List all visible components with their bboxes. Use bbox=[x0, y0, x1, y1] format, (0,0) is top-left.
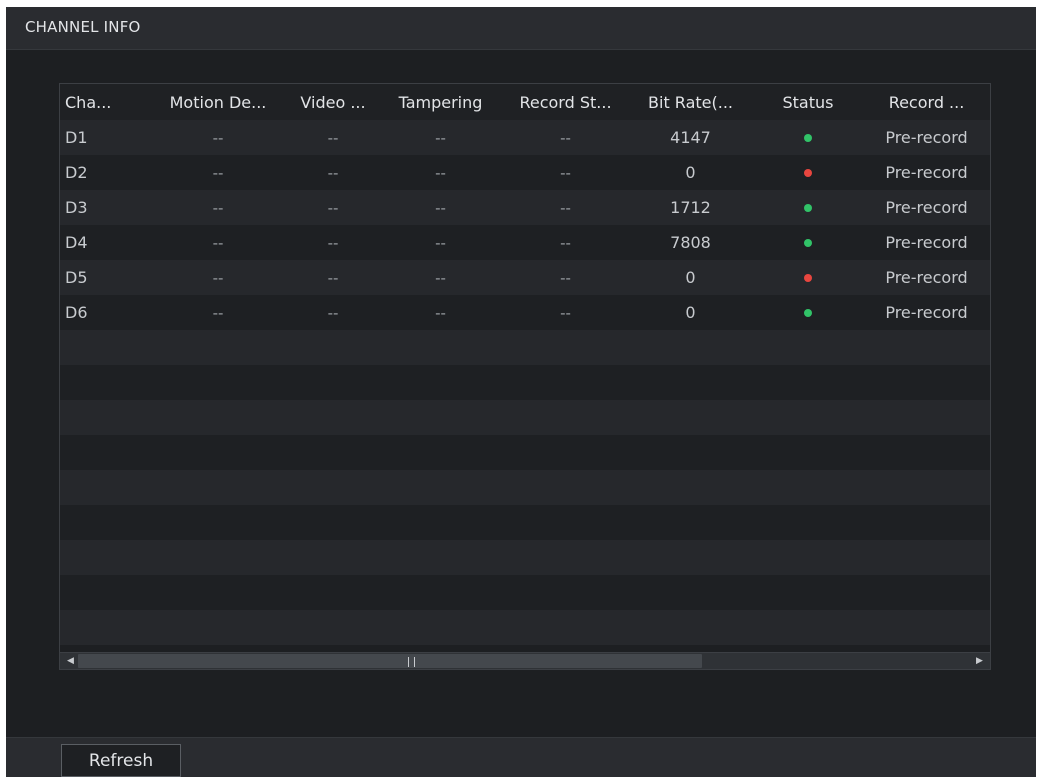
channel-table: Cha... Motion De... Video ... Tampering Reco… bbox=[59, 83, 991, 670]
table-row[interactable]: D3 -- -- -- -- 1712 Pre-record bbox=[60, 190, 990, 225]
cell-tampering: -- bbox=[435, 268, 446, 287]
cell-record-status: -- bbox=[560, 198, 571, 217]
cell-tampering: -- bbox=[435, 163, 446, 182]
cell-record-mode: Pre-record bbox=[885, 163, 968, 182]
cell-bit-rate: 7808 bbox=[670, 233, 711, 252]
cell-record-status: -- bbox=[560, 268, 571, 287]
cell-motion-detect: -- bbox=[212, 128, 224, 147]
status-online-dot bbox=[804, 133, 812, 142]
scroll-right-icon[interactable]: ▶ bbox=[971, 653, 988, 669]
header-col-record-mode[interactable]: Record ... bbox=[863, 84, 990, 120]
cell-video: -- bbox=[327, 233, 339, 252]
cell-record-status: -- bbox=[560, 233, 571, 252]
empty-table-row bbox=[60, 330, 990, 365]
empty-table-row bbox=[60, 610, 990, 645]
cell-record-status: -- bbox=[560, 303, 571, 322]
table-row[interactable]: D2 -- -- -- -- 0 Pre-record bbox=[60, 155, 990, 190]
cell-record-mode: Pre-record bbox=[885, 233, 968, 252]
header-col-record-status[interactable]: Record St... bbox=[503, 84, 628, 120]
scroll-left-icon[interactable]: ◀ bbox=[62, 653, 79, 669]
channel-info-window: CHANNEL INFO Cha... Motion De... Video ...… bbox=[6, 7, 1036, 777]
status-indicator bbox=[753, 225, 863, 260]
cell-record-mode: Pre-record bbox=[885, 198, 968, 217]
cell-video: -- bbox=[327, 303, 339, 322]
empty-table-row bbox=[60, 470, 990, 505]
cell-video: -- bbox=[327, 198, 339, 217]
header-col-channel[interactable]: Cha... bbox=[60, 84, 148, 120]
status-offline-dot bbox=[804, 168, 812, 177]
cell-channel: D5 bbox=[65, 268, 88, 287]
cell-record-status: -- bbox=[560, 128, 571, 147]
header-col-bit-rate[interactable]: Bit Rate(... bbox=[628, 84, 753, 120]
status-indicator bbox=[753, 155, 863, 190]
table-row[interactable]: D6 -- -- -- -- 0 Pre-record bbox=[60, 295, 990, 330]
status-online-dot bbox=[804, 203, 812, 212]
scrollbar-thumb[interactable] bbox=[78, 654, 702, 668]
cell-video: -- bbox=[327, 128, 339, 147]
cell-motion-detect: -- bbox=[212, 163, 224, 182]
horizontal-scrollbar[interactable]: ◀ ▶ bbox=[60, 652, 990, 669]
cell-tampering: -- bbox=[435, 233, 446, 252]
cell-bit-rate: 0 bbox=[685, 303, 696, 322]
empty-table-row bbox=[60, 365, 990, 400]
cell-bit-rate: 0 bbox=[685, 163, 696, 182]
cell-video: -- bbox=[327, 268, 339, 287]
window-title: CHANNEL INFO bbox=[25, 18, 141, 36]
cell-channel: D2 bbox=[65, 163, 88, 182]
table-row[interactable]: D5 -- -- -- -- 0 Pre-record bbox=[60, 260, 990, 295]
header-col-motion-detect[interactable]: Motion De... bbox=[148, 84, 288, 120]
refresh-button[interactable]: Refresh bbox=[61, 744, 181, 777]
cell-channel: D6 bbox=[65, 303, 88, 322]
header-col-tampering[interactable]: Tampering bbox=[378, 84, 503, 120]
title-bar: CHANNEL INFO bbox=[6, 7, 1036, 50]
footer-bar: Refresh bbox=[6, 737, 1036, 777]
status-online-dot bbox=[804, 238, 812, 247]
cell-bit-rate: 1712 bbox=[670, 198, 711, 217]
status-indicator bbox=[753, 260, 863, 295]
cell-motion-detect: -- bbox=[212, 268, 224, 287]
empty-table-row bbox=[60, 540, 990, 575]
cell-video: -- bbox=[327, 163, 339, 182]
table-row[interactable]: D4 -- -- -- -- 7808 Pre-record bbox=[60, 225, 990, 260]
empty-table-row bbox=[60, 505, 990, 540]
status-indicator bbox=[753, 295, 863, 330]
status-online-dot bbox=[804, 308, 812, 317]
table-header: Cha... Motion De... Video ... Tampering Reco… bbox=[60, 84, 990, 120]
cell-record-mode: Pre-record bbox=[885, 303, 968, 322]
status-indicator bbox=[753, 190, 863, 225]
header-col-status[interactable]: Status bbox=[753, 84, 863, 120]
cell-record-mode: Pre-record bbox=[885, 128, 968, 147]
empty-table-row bbox=[60, 400, 990, 435]
table-row[interactable]: D1 -- -- -- -- 4147 Pre-record bbox=[60, 120, 990, 155]
cell-channel: D1 bbox=[65, 128, 88, 147]
cell-bit-rate: 4147 bbox=[670, 128, 711, 147]
cell-record-mode: Pre-record bbox=[885, 268, 968, 287]
cell-motion-detect: -- bbox=[212, 233, 224, 252]
status-indicator bbox=[753, 120, 863, 155]
status-offline-dot bbox=[804, 273, 812, 282]
cell-channel: D3 bbox=[65, 198, 88, 217]
cell-tampering: -- bbox=[435, 128, 446, 147]
cell-channel: D4 bbox=[65, 233, 88, 252]
cell-motion-detect: -- bbox=[212, 303, 224, 322]
empty-table-row bbox=[60, 575, 990, 610]
cell-motion-detect: -- bbox=[212, 198, 224, 217]
cell-tampering: -- bbox=[435, 303, 446, 322]
empty-table-row bbox=[60, 435, 990, 470]
cell-tampering: -- bbox=[435, 198, 446, 217]
cell-record-status: -- bbox=[560, 163, 571, 182]
cell-bit-rate: 0 bbox=[685, 268, 696, 287]
header-col-video[interactable]: Video ... bbox=[288, 84, 378, 120]
grip-icon bbox=[408, 657, 415, 667]
